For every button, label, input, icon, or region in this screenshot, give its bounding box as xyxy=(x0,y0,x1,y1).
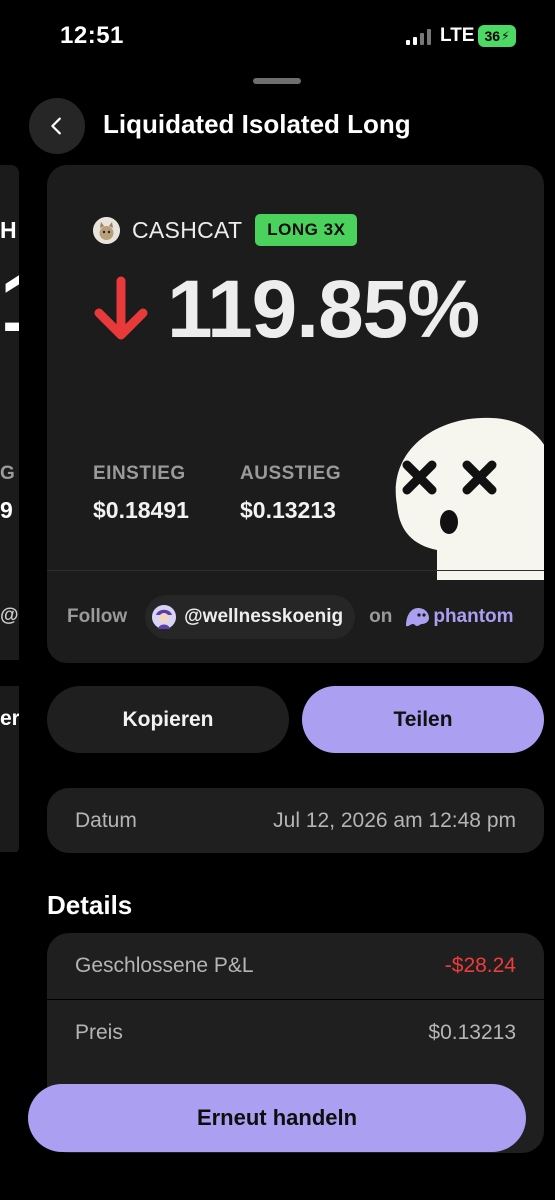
trade-again-button[interactable]: Erneut handeln xyxy=(28,1084,526,1152)
battery-level: 36 xyxy=(484,28,501,44)
on-label: on xyxy=(369,606,393,627)
entry-price: $0.18491 xyxy=(93,497,189,523)
phantom-logo: phantom xyxy=(404,606,514,628)
background-gap xyxy=(0,660,19,686)
charging-bolt-icon: ⚡ xyxy=(501,29,510,43)
user-handle-pill[interactable]: @wellnesskoenig xyxy=(145,595,356,639)
cat-icon xyxy=(93,216,120,244)
background-fragment: er xyxy=(0,707,19,730)
follow-row: Follow @wellnesskoenig on phantom xyxy=(67,595,514,639)
date-label: Datum xyxy=(75,808,137,832)
entry-label: EINSTIEG xyxy=(93,463,186,484)
background-fragment: 1 xyxy=(0,263,19,345)
status-time: 12:51 xyxy=(60,22,124,49)
sheet-grabber[interactable] xyxy=(253,78,301,84)
date-value: Jul 12, 2026 am 12:48 pm xyxy=(273,808,516,832)
date-row: Datum Jul 12, 2026 am 12:48 pm xyxy=(47,788,544,853)
exit-label: AUSSTIEG xyxy=(240,463,342,484)
arrow-down-icon xyxy=(94,276,148,340)
background-fragment: G xyxy=(0,463,15,484)
user-avatar xyxy=(152,605,177,629)
detail-label: Geschlossene P&L xyxy=(75,954,254,977)
avatar-icon xyxy=(152,605,177,629)
background-sheet: H 1 G 9 @ er se xyxy=(0,165,19,855)
background-fragment: H xyxy=(0,217,17,243)
copy-button[interactable]: Kopieren xyxy=(47,686,289,753)
token-avatar xyxy=(93,216,120,244)
detail-row-price: Preis $0.13213 xyxy=(47,999,544,1065)
background-fragment: @ xyxy=(0,605,19,626)
pnl-row: 119.85% xyxy=(91,263,480,357)
details-title: Details xyxy=(47,890,133,920)
network-type: LTE xyxy=(440,25,475,46)
detail-value: $0.13213 xyxy=(428,1020,516,1044)
chevron-left-icon xyxy=(51,117,61,135)
token-name: CASHCAT xyxy=(132,216,243,243)
page-title: Liquidated Isolated Long xyxy=(103,109,411,139)
phantom-brand-text: phantom xyxy=(433,606,514,627)
token-row: CASHCAT LONG 3X xyxy=(93,214,358,246)
pnl-percent: 119.85% xyxy=(167,264,480,355)
detail-row-pnl: Geschlossene P&L -$28.24 xyxy=(47,933,544,999)
phantom-ghost-icon xyxy=(406,608,430,627)
entry-stat: EINSTIEG $0.18491 xyxy=(93,463,189,524)
background-fragment: 9 xyxy=(0,497,13,523)
pnl-card: CASHCAT LONG 3X 119.85% EINSTIEG $0.1849… xyxy=(47,165,544,663)
card-divider xyxy=(47,570,544,571)
status-bar: 12:51 LTE 36 ⚡ xyxy=(0,0,555,70)
user-handle: @wellnesskoenig xyxy=(184,606,344,627)
detail-label: Preis xyxy=(75,1020,123,1044)
cellular-signal-icon xyxy=(406,29,431,45)
background-gap xyxy=(0,852,19,922)
back-button[interactable] xyxy=(29,98,85,154)
skull-icon xyxy=(395,417,544,580)
follow-label: Follow xyxy=(67,606,128,627)
exit-stat: AUSSTIEG $0.13213 xyxy=(240,463,341,524)
detail-value: -$28.24 xyxy=(444,954,516,977)
exit-price: $0.13213 xyxy=(240,497,336,523)
battery-icon: 36 ⚡ xyxy=(478,25,516,47)
share-button[interactable]: Teilen xyxy=(302,686,544,753)
position-badge: LONG 3X xyxy=(255,214,358,246)
